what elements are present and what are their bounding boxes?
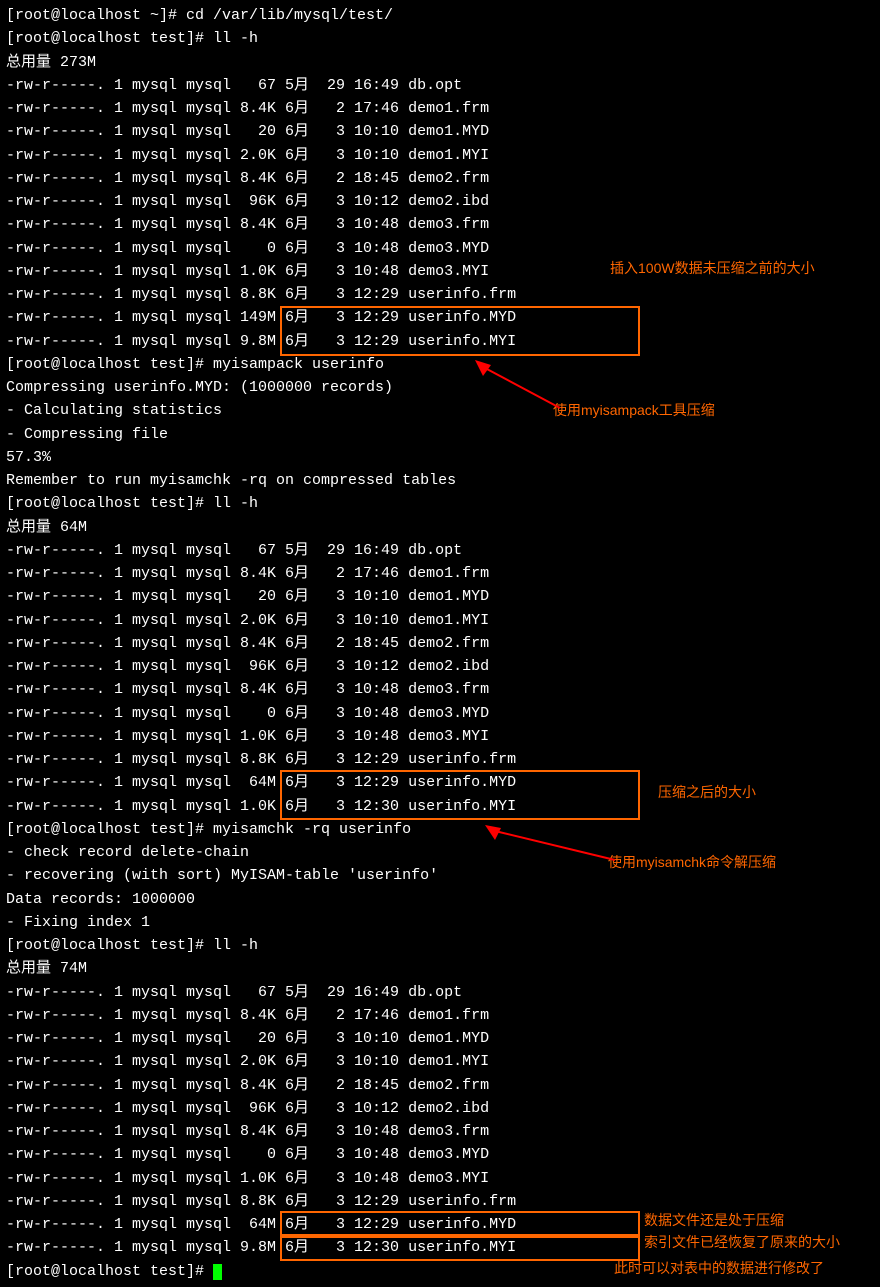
listing1-row-3: -rw-r-----. 1 mysql mysql 2.0K 6月 3 10:1… (6, 144, 874, 167)
listing2-row-4: -rw-r-----. 1 mysql mysql 8.4K 6月 2 18:4… (6, 632, 874, 655)
cmd-cd: [root@localhost ~]# cd /var/lib/mysql/te… (6, 4, 874, 27)
listing1-row-11: -rw-r-----. 1 mysql mysql 9.8M 6月 3 12:2… (6, 330, 874, 353)
chk-output-2: Data records: 1000000 (6, 888, 874, 911)
listing1-row-5: -rw-r-----. 1 mysql mysql 96K 6月 3 10:12… (6, 190, 874, 213)
listing1-row-2: -rw-r-----. 1 mysql mysql 20 6月 3 10:10 … (6, 120, 874, 143)
listing3-row-4: -rw-r-----. 1 mysql mysql 8.4K 6月 2 18:4… (6, 1074, 874, 1097)
pack-output-4: Remember to run myisamchk -rq on compres… (6, 469, 874, 492)
listing2-row-5: -rw-r-----. 1 mysql mysql 96K 6月 3 10:12… (6, 655, 874, 678)
listing2-row-9: -rw-r-----. 1 mysql mysql 8.8K 6月 3 12:2… (6, 748, 874, 771)
listing3-row-5: -rw-r-----. 1 mysql mysql 96K 6月 3 10:12… (6, 1097, 874, 1120)
pack-output-1: - Calculating statistics (6, 399, 874, 422)
chk-output-3: - Fixing index 1 (6, 911, 874, 934)
total-line-3: 总用量 74M (6, 957, 874, 980)
pack-output-3: 57.3% (6, 446, 874, 469)
terminal[interactable]: [root@localhost ~]# cd /var/lib/mysql/te… (6, 4, 874, 1283)
listing3-row-6: -rw-r-----. 1 mysql mysql 8.4K 6月 3 10:4… (6, 1120, 874, 1143)
cmd-ll-3: [root@localhost test]# ll -h (6, 934, 874, 957)
cmd-ll-1: [root@localhost test]# ll -h (6, 27, 874, 50)
listing3-row-1: -rw-r-----. 1 mysql mysql 8.4K 6月 2 17:4… (6, 1004, 874, 1027)
annotation-after-size: 压缩之后的大小 (658, 782, 756, 804)
listing1-row-7: -rw-r-----. 1 mysql mysql 0 6月 3 10:48 d… (6, 237, 874, 260)
listing3-row-7: -rw-r-----. 1 mysql mysql 0 6月 3 10:48 d… (6, 1143, 874, 1166)
listing1-row-4: -rw-r-----. 1 mysql mysql 8.4K 6月 2 18:4… (6, 167, 874, 190)
listing1-row-0: -rw-r-----. 1 mysql mysql 67 5月 29 16:49… (6, 74, 874, 97)
listing3-row-0: -rw-r-----. 1 mysql mysql 67 5月 29 16:49… (6, 981, 874, 1004)
listing3-row-3: -rw-r-----. 1 mysql mysql 2.0K 6月 3 10:1… (6, 1050, 874, 1073)
listing2-row-2: -rw-r-----. 1 mysql mysql 20 6月 3 10:10 … (6, 585, 874, 608)
listing2-row-6: -rw-r-----. 1 mysql mysql 8.4K 6月 3 10:4… (6, 678, 874, 701)
total-line-1: 总用量 273M (6, 51, 874, 74)
listing3-row-2: -rw-r-----. 1 mysql mysql 20 6月 3 10:10 … (6, 1027, 874, 1050)
cmd-ll-2: [root@localhost test]# ll -h (6, 492, 874, 515)
listing1-row-1: -rw-r-----. 1 mysql mysql 8.4K 6月 2 17:4… (6, 97, 874, 120)
listing1-row-10: -rw-r-----. 1 mysql mysql 149M 6月 3 12:2… (6, 306, 874, 329)
listing1-row-6: -rw-r-----. 1 mysql mysql 8.4K 6月 3 10:4… (6, 213, 874, 236)
listing2-row-8: -rw-r-----. 1 mysql mysql 1.0K 6月 3 10:4… (6, 725, 874, 748)
listing2-row-7: -rw-r-----. 1 mysql mysql 0 6月 3 10:48 d… (6, 702, 874, 725)
annotation-myisampack: 使用myisampack工具压缩 (553, 400, 715, 422)
annotation-index-restored: 索引文件已经恢复了原来的大小 (644, 1232, 840, 1254)
cmd-myisamchk: [root@localhost test]# myisamchk -rq use… (6, 818, 874, 841)
pack-output-0: Compressing userinfo.MYD: (1000000 recor… (6, 376, 874, 399)
annotation-before-size: 插入100W数据未压缩之前的大小 (610, 258, 815, 280)
annotation-data-still-compressed: 数据文件还是处于压缩 (644, 1210, 784, 1232)
listing2-row-3: -rw-r-----. 1 mysql mysql 2.0K 6月 3 10:1… (6, 609, 874, 632)
cmd-myisampack: [root@localhost test]# myisampack userin… (6, 353, 874, 376)
pack-output-2: - Compressing file (6, 423, 874, 446)
cursor (213, 1264, 222, 1280)
listing1-row-9: -rw-r-----. 1 mysql mysql 8.8K 6月 3 12:2… (6, 283, 874, 306)
total-line-2: 总用量 64M (6, 516, 874, 539)
listing2-row-1: -rw-r-----. 1 mysql mysql 8.4K 6月 2 17:4… (6, 562, 874, 585)
annotation-myisamchk: 使用myisamchk命令解压缩 (608, 852, 776, 874)
listing2-row-0: -rw-r-----. 1 mysql mysql 67 5月 29 16:49… (6, 539, 874, 562)
annotation-can-modify: 此时可以对表中的数据进行修改了 (614, 1258, 824, 1280)
listing3-row-8: -rw-r-----. 1 mysql mysql 1.0K 6月 3 10:4… (6, 1167, 874, 1190)
